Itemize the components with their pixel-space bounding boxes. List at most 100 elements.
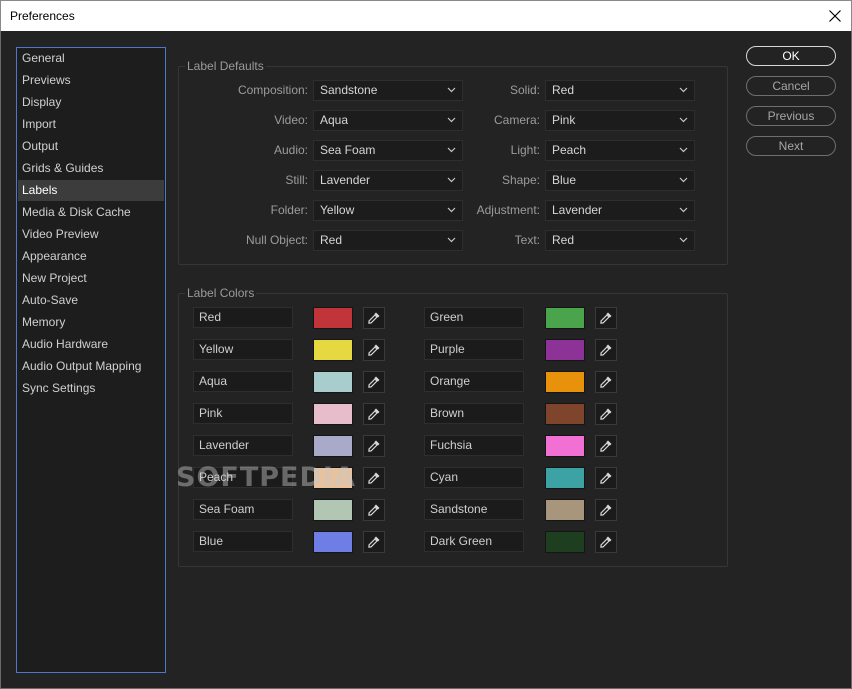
eyedropper-button-sandstone[interactable] xyxy=(595,499,617,521)
shape-label: Shape: xyxy=(501,173,540,187)
adjustment-label: Adjustment: xyxy=(476,203,540,217)
label-color-swatch-yellow[interactable] xyxy=(313,339,353,361)
eyedropper-button-green[interactable] xyxy=(595,307,617,329)
label-defaults-title: Label Defaults xyxy=(185,59,266,73)
sidebar-item-audio-hardware[interactable]: Audio Hardware xyxy=(18,334,164,355)
sidebar-item-grids-guides[interactable]: Grids & Guides xyxy=(18,158,164,179)
label-color-name-sea-foam[interactable]: Sea Foam xyxy=(193,499,293,520)
composition-label: Composition: xyxy=(237,83,308,97)
label-color-swatch-brown[interactable] xyxy=(545,403,585,425)
label-color-name-blue[interactable]: Blue xyxy=(193,531,293,552)
eyedropper-icon xyxy=(368,344,380,356)
label-color-swatch-pink[interactable] xyxy=(313,403,353,425)
label-color-swatch-purple[interactable] xyxy=(545,339,585,361)
sidebar-item-video-preview[interactable]: Video Preview xyxy=(18,224,164,245)
label-color-swatch-aqua[interactable] xyxy=(313,371,353,393)
label-color-swatch-dark-green[interactable] xyxy=(545,531,585,553)
solid-dropdown[interactable]: Red xyxy=(545,80,695,101)
cancel-button[interactable]: Cancel xyxy=(746,76,836,96)
label-color-name-lavender[interactable]: Lavender xyxy=(193,435,293,456)
folder-dropdown[interactable]: Yellow xyxy=(313,200,463,221)
eyedropper-button-orange[interactable] xyxy=(595,371,617,393)
adjustment-dropdown[interactable]: Lavender xyxy=(545,200,695,221)
sidebar-item-general[interactable]: General xyxy=(18,48,164,69)
eyedropper-icon xyxy=(368,440,380,452)
label-color-name-pink[interactable]: Pink xyxy=(193,403,293,424)
label-color-name-brown[interactable]: Brown xyxy=(424,403,524,424)
shape-value: Blue xyxy=(552,173,577,187)
eyedropper-button-blue[interactable] xyxy=(363,531,385,553)
label-color-name-dark-green[interactable]: Dark Green xyxy=(424,531,524,552)
eyedropper-icon xyxy=(600,408,612,420)
eyedropper-button-peach[interactable] xyxy=(363,467,385,489)
label-color-swatch-orange[interactable] xyxy=(545,371,585,393)
sidebar-item-import[interactable]: Import xyxy=(18,114,164,135)
label-color-name-sandstone[interactable]: Sandstone xyxy=(424,499,524,520)
eyedropper-button-red[interactable] xyxy=(363,307,385,329)
chevron-down-icon xyxy=(679,147,688,153)
label-color-name-green[interactable]: Green xyxy=(424,307,524,328)
label-color-name-red[interactable]: Red xyxy=(193,307,293,328)
preferences-sidebar: General Previews Display Import Output G… xyxy=(16,47,166,673)
camera-label: Camera: xyxy=(493,113,540,127)
sidebar-item-memory[interactable]: Memory xyxy=(18,312,164,333)
label-colors-group xyxy=(178,293,728,567)
next-button[interactable]: Next xyxy=(746,136,836,156)
eyedropper-button-brown[interactable] xyxy=(595,403,617,425)
sidebar-item-labels[interactable]: Labels xyxy=(18,180,164,201)
sidebar-item-media-disk-cache[interactable]: Media & Disk Cache xyxy=(18,202,164,223)
eyedropper-icon xyxy=(600,504,612,516)
sidebar-item-display[interactable]: Display xyxy=(18,92,164,113)
sidebar-item-new-project[interactable]: New Project xyxy=(18,268,164,289)
sidebar-item-sync-settings[interactable]: Sync Settings xyxy=(18,378,164,399)
eyedropper-button-cyan[interactable] xyxy=(595,467,617,489)
eyedropper-icon xyxy=(368,312,380,324)
ok-button[interactable]: OK xyxy=(746,46,836,66)
label-color-swatch-red[interactable] xyxy=(313,307,353,329)
eyedropper-button-dark-green[interactable] xyxy=(595,531,617,553)
label-color-swatch-sea-foam[interactable] xyxy=(313,499,353,521)
eyedropper-icon xyxy=(600,376,612,388)
composition-dropdown[interactable]: Sandstone xyxy=(313,80,463,101)
eyedropper-button-fuchsia[interactable] xyxy=(595,435,617,457)
previous-button[interactable]: Previous xyxy=(746,106,836,126)
sidebar-item-auto-save[interactable]: Auto-Save xyxy=(18,290,164,311)
video-dropdown[interactable]: Aqua xyxy=(313,110,463,131)
label-color-name-yellow[interactable]: Yellow xyxy=(193,339,293,360)
text-dropdown[interactable]: Red xyxy=(545,230,695,251)
label-color-swatch-lavender[interactable] xyxy=(313,435,353,457)
chevron-down-icon xyxy=(679,207,688,213)
label-color-name-cyan[interactable]: Cyan xyxy=(424,467,524,488)
label-color-swatch-fuchsia[interactable] xyxy=(545,435,585,457)
label-color-swatch-green[interactable] xyxy=(545,307,585,329)
sidebar-item-previews[interactable]: Previews xyxy=(18,70,164,91)
camera-dropdown[interactable]: Pink xyxy=(545,110,695,131)
audio-dropdown[interactable]: Sea Foam xyxy=(313,140,463,161)
label-color-name-fuchsia[interactable]: Fuchsia xyxy=(424,435,524,456)
null-object-dropdown[interactable]: Red xyxy=(313,230,463,251)
close-icon xyxy=(829,10,841,22)
eyedropper-button-purple[interactable] xyxy=(595,339,617,361)
light-dropdown[interactable]: Peach xyxy=(545,140,695,161)
eyedropper-button-yellow[interactable] xyxy=(363,339,385,361)
null-object-value: Red xyxy=(320,233,343,247)
eyedropper-button-lavender[interactable] xyxy=(363,435,385,457)
eyedropper-button-aqua[interactable] xyxy=(363,371,385,393)
sidebar-item-audio-output-mapping[interactable]: Audio Output Mapping xyxy=(18,356,164,377)
shape-dropdown[interactable]: Blue xyxy=(545,170,695,191)
still-dropdown[interactable]: Lavender xyxy=(313,170,463,191)
label-color-swatch-blue[interactable] xyxy=(313,531,353,553)
label-color-name-purple[interactable]: Purple xyxy=(424,339,524,360)
eyedropper-icon xyxy=(368,472,380,484)
label-color-name-aqua[interactable]: Aqua xyxy=(193,371,293,392)
eyedropper-button-pink[interactable] xyxy=(363,403,385,425)
sidebar-item-output[interactable]: Output xyxy=(18,136,164,157)
eyedropper-button-sea-foam[interactable] xyxy=(363,499,385,521)
sidebar-item-appearance[interactable]: Appearance xyxy=(18,246,164,267)
label-color-name-orange[interactable]: Orange xyxy=(424,371,524,392)
eyedropper-icon xyxy=(600,536,612,548)
close-button[interactable] xyxy=(819,1,851,31)
label-color-swatch-sandstone[interactable] xyxy=(545,499,585,521)
window-title: Preferences xyxy=(10,9,75,23)
label-color-swatch-cyan[interactable] xyxy=(545,467,585,489)
